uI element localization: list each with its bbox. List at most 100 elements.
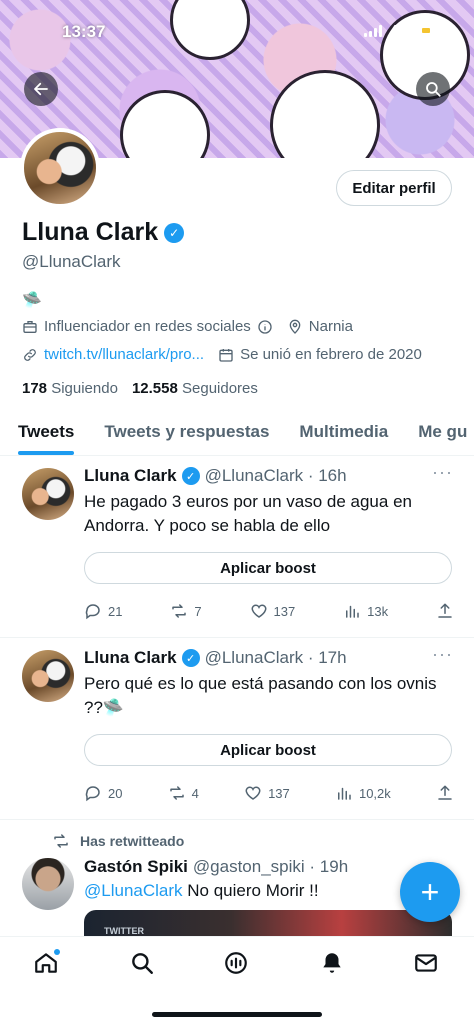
analytics-icon [346,605,359,618]
reply-button[interactable]: 20 [84,784,122,802]
views-button[interactable]: 10,2k [335,784,391,802]
nav-messages[interactable] [412,949,440,977]
profile-name: Lluna Clark ✓ [22,218,185,247]
tweet-avatar[interactable] [22,650,74,702]
tweet-avatar[interactable] [22,468,74,520]
search-icon [426,82,441,97]
retweet-icon [169,786,184,800]
notification-dot [54,949,60,955]
like-count: 137 [273,603,296,619]
edit-profile-button[interactable]: Editar perfil [336,170,452,206]
profile-category: Influenciador en redes sociales [44,318,251,335]
profile-meta-row: twitch.tv/llunaclark/pro... Se unió en f… [22,346,422,363]
compose-tweet-button[interactable]: + [400,862,460,922]
like-button[interactable]: 137 [250,602,296,620]
tweet-author-name[interactable]: Gastón Spiki [84,857,188,877]
info-icon[interactable] [257,319,273,335]
tweet-handle-time: @LlunaClark · 16h [204,466,347,485]
reply-count: 20 [108,785,123,801]
nav-spaces[interactable] [222,949,250,977]
apply-boost-button[interactable]: Aplicar boost [84,734,452,766]
view-count: 13k [367,603,389,619]
following-link[interactable]: 178 Siguiendo [22,380,118,397]
followers-label: Seguidores [182,380,258,397]
tweet-text: Pero qué es lo que está pasando con los … [84,674,437,717]
tab-tweets-replies[interactable]: Tweets y respuestas [104,412,269,455]
nav-notifications[interactable] [318,949,346,977]
apply-boost-button[interactable]: Aplicar boost [84,552,452,584]
tweet-header: Gastón Spiki @gaston_spiki · 19h [84,857,348,877]
profile-website-link[interactable]: twitch.tv/llunaclark/pro... [44,346,204,363]
spaces-icon [225,952,247,974]
tab-tweets[interactable]: Tweets [18,412,75,455]
follow-stats: 178 Siguiendo 12.558 Seguidores [22,380,258,397]
network-label: 4G [389,22,410,39]
status-indicators: 4G [363,22,444,39]
retweet-button[interactable]: 4 [168,784,199,802]
nav-search[interactable] [128,949,156,977]
retweet-icon [172,604,187,618]
heart-icon [245,786,261,800]
status-bar: 13:37 4G [0,0,474,60]
share-button[interactable] [436,784,454,802]
retweet-count: 4 [191,785,199,801]
back-button[interactable] [24,72,58,106]
media-tag: TWITTER [104,926,144,936]
share-icon [438,603,452,618]
status-time: 13:37 [62,22,106,41]
tweet-text: @LlunaClark No quiero Morir !! [84,879,444,903]
following-count: 178 [22,380,48,397]
tweet-actions: 21 7 137 13k [84,602,454,620]
analytics-icon [337,787,351,800]
tweet-mention[interactable]: @LlunaClark [84,881,183,900]
tweet-card[interactable]: Lluna Clark ✓ @LlunaClark · 17h ··· Pero… [0,638,474,820]
profile-location: Narnia [308,318,353,335]
profile-joined: Se unió en febrero de 2020 [240,346,422,363]
followers-count: 12.558 [131,380,178,397]
tweet-card[interactable]: Lluna Clark ✓ @LlunaClark · 16h ··· He p… [0,456,474,638]
tweet-header: Lluna Clark ✓ @LlunaClark · 16h [84,466,347,486]
battery-icon [418,24,444,37]
share-button[interactable] [436,602,454,620]
tweet-header: Lluna Clark ✓ @LlunaClark · 17h [84,648,347,668]
like-button[interactable]: 137 [244,784,290,802]
nav-home[interactable] [32,949,60,977]
link-icon [24,348,36,361]
retweet-button[interactable]: 7 [170,602,202,620]
followers-link[interactable]: 12.558 Seguidores [132,380,258,397]
arrow-left-icon [34,82,48,96]
more-options-icon[interactable]: ··· [432,462,453,483]
tab-likes[interactable]: Me gu [418,412,467,455]
briefcase-icon [23,320,37,333]
home-indicator [152,1012,322,1017]
reply-icon [85,604,100,620]
profile-avatar[interactable] [20,128,100,208]
tweet-author-name[interactable]: Lluna Clark [84,648,177,668]
profile-handle: @LlunaClark [22,252,121,271]
tweet-handle-time: @LlunaClark · 17h [204,648,347,667]
bell-icon [323,953,341,973]
banner-decoration [120,90,210,158]
more-options-icon[interactable]: ··· [432,644,453,665]
reply-icon [85,786,100,802]
calendar-icon [219,348,233,362]
banner-decoration [270,70,380,158]
views-button[interactable]: 13k [343,602,388,620]
tweet-avatar[interactable] [22,858,74,910]
reply-button[interactable]: 21 [84,602,122,620]
like-count: 137 [268,785,290,801]
following-label: Siguiendo [51,380,118,397]
location-pin-icon [289,319,301,334]
search-button[interactable] [416,72,450,106]
profile-bio: 🛸 [22,292,42,309]
tweet-author-name[interactable]: Lluna Clark [84,466,177,486]
share-icon [438,785,452,800]
tab-media[interactable]: Multimedia [299,412,388,455]
retweeted-label: Has retwitteado [52,832,184,850]
retweeted-text: Has retwitteado [80,833,185,849]
signal-icon [363,24,382,37]
tweet-media[interactable]: TWITTER [84,910,452,936]
verified-badge-icon[interactable]: ✓ [164,222,185,243]
reply-count: 21 [108,603,123,619]
verified-badge-icon: ✓ [181,467,200,485]
